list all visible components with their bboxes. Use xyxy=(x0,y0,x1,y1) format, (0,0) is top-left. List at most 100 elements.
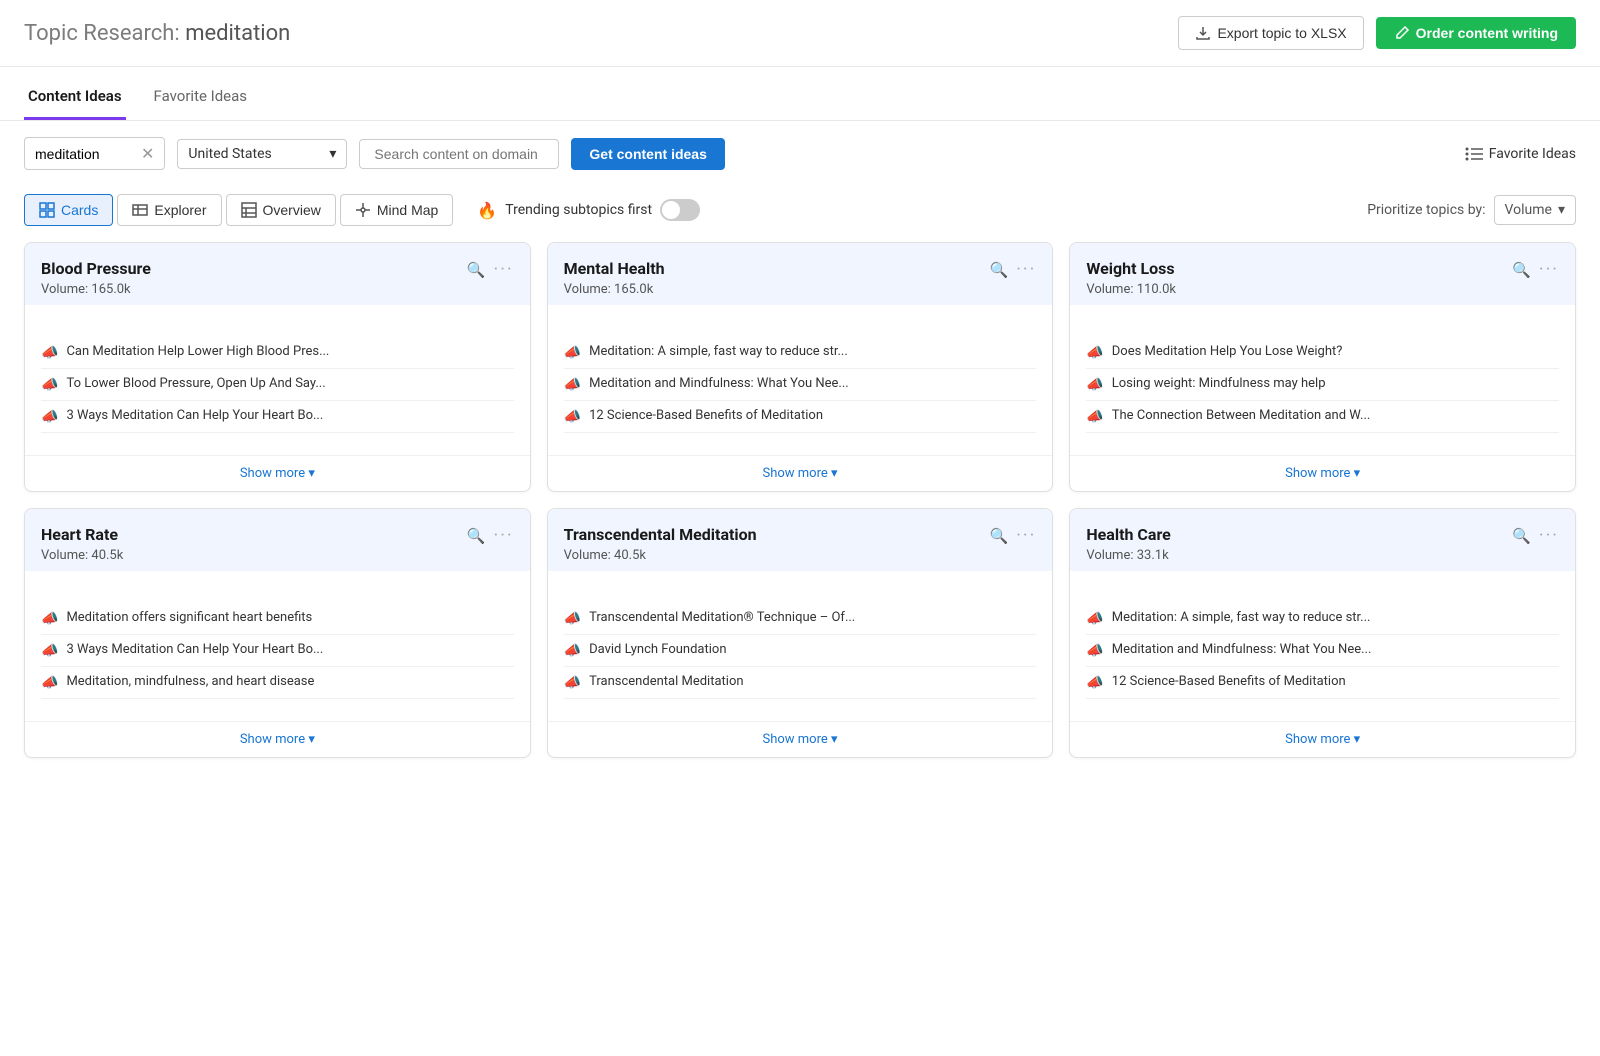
megaphone-icon: 📣 xyxy=(1086,643,1103,659)
megaphone-icon: 📣 xyxy=(1086,611,1103,627)
priority-select[interactable]: Volume ▾ xyxy=(1494,195,1576,225)
mindmap-icon xyxy=(355,202,371,218)
card-search-icon[interactable]: 🔍 xyxy=(467,261,486,279)
show-more-link[interactable]: Show more ▾ xyxy=(25,721,530,757)
trending-toggle[interactable] xyxy=(660,199,700,221)
show-more-link[interactable]: Show more ▾ xyxy=(548,455,1053,491)
card-mental-health: Mental Health Volume: 165.0k 🔍 ··· 📣 Med… xyxy=(547,242,1054,492)
card-item[interactable]: 📣 Meditation: A simple, fast way to redu… xyxy=(1086,603,1559,635)
card-item-text: 3 Ways Meditation Can Help Your Heart Bo… xyxy=(66,642,323,657)
card-item[interactable]: 📣 Does Meditation Help You Lose Weight? xyxy=(1086,337,1559,369)
show-more-link[interactable]: Show more ▾ xyxy=(548,721,1053,757)
trending-section: 🔥 Trending subtopics first xyxy=(477,199,700,221)
megaphone-icon: 📣 xyxy=(564,611,581,627)
tab-content-ideas[interactable]: Content Ideas xyxy=(24,75,126,120)
megaphone-icon: 📣 xyxy=(41,409,58,425)
card-item[interactable]: 📣 3 Ways Meditation Can Help Your Heart … xyxy=(41,635,514,667)
clear-keyword-button[interactable]: ✕ xyxy=(141,144,154,163)
card-more-icon[interactable]: ··· xyxy=(1016,259,1036,280)
header-actions: Export topic to XLSX Order content writi… xyxy=(1178,16,1576,50)
order-content-button[interactable]: Order content writing xyxy=(1376,17,1576,49)
card-title-area: Mental Health Volume: 165.0k xyxy=(564,259,665,297)
view-overview-button[interactable]: Overview xyxy=(226,194,336,226)
card-item[interactable]: 📣 Meditation: A simple, fast way to redu… xyxy=(564,337,1037,369)
card-title-area: Weight Loss Volume: 110.0k xyxy=(1086,259,1176,297)
card-more-icon[interactable]: ··· xyxy=(1539,259,1559,280)
view-cards-button[interactable]: Cards xyxy=(24,194,113,226)
card-header: Blood Pressure Volume: 165.0k 🔍 ··· xyxy=(25,243,530,305)
card-item-text: 3 Ways Meditation Can Help Your Heart Bo… xyxy=(66,408,323,423)
card-item[interactable]: 📣 3 Ways Meditation Can Help Your Heart … xyxy=(41,401,514,433)
card-search-icon[interactable]: 🔍 xyxy=(467,527,486,545)
export-button[interactable]: Export topic to XLSX xyxy=(1178,16,1363,50)
card-more-icon[interactable]: ··· xyxy=(494,525,514,546)
card-title-area: Heart Rate Volume: 40.5k xyxy=(41,525,123,563)
edit-icon xyxy=(1394,25,1410,41)
chevron-down-icon: ▾ xyxy=(329,146,336,162)
favorite-ideas-link[interactable]: Favorite Ideas xyxy=(1465,146,1576,162)
card-item-text: 12 Science-Based Benefits of Meditation xyxy=(589,408,823,423)
card-item[interactable]: 📣 Meditation offers significant heart be… xyxy=(41,603,514,635)
megaphone-icon: 📣 xyxy=(564,643,581,659)
megaphone-icon: 📣 xyxy=(564,345,581,361)
card-health-care: Health Care Volume: 33.1k 🔍 ··· 📣 Medita… xyxy=(1069,508,1576,758)
view-explorer-button[interactable]: Explorer xyxy=(117,194,221,226)
card-item-text: David Lynch Foundation xyxy=(589,642,726,657)
card-item[interactable]: 📣 Meditation and Mindfulness: What You N… xyxy=(564,369,1037,401)
card-body: 📣 Meditation offers significant heart be… xyxy=(25,571,530,721)
card-item-text: Meditation offers significant heart bene… xyxy=(66,610,312,625)
country-selector[interactable]: United States ▾ xyxy=(177,139,347,169)
card-body: 📣 Transcendental Meditation® Technique –… xyxy=(548,571,1053,721)
card-item[interactable]: 📣 Meditation and Mindfulness: What You N… xyxy=(1086,635,1559,667)
card-title: Weight Loss xyxy=(1086,259,1176,278)
card-item[interactable]: 📣 Transcendental Meditation® Technique –… xyxy=(564,603,1037,635)
card-title-area: Health Care Volume: 33.1k xyxy=(1086,525,1170,563)
card-header: Heart Rate Volume: 40.5k 🔍 ··· xyxy=(25,509,530,571)
card-item[interactable]: 📣 Losing weight: Mindfulness may help xyxy=(1086,369,1559,401)
tab-favorite-ideas[interactable]: Favorite Ideas xyxy=(150,75,252,120)
card-actions: 🔍 ··· xyxy=(990,259,1037,280)
card-title: Heart Rate xyxy=(41,525,123,544)
card-header: Transcendental Meditation Volume: 40.5k … xyxy=(548,509,1053,571)
megaphone-icon: 📣 xyxy=(564,409,581,425)
card-more-icon[interactable]: ··· xyxy=(494,259,514,280)
show-more-link[interactable]: Show more ▾ xyxy=(25,455,530,491)
card-volume: Volume: 40.5k xyxy=(564,548,757,563)
card-item[interactable]: 📣 Transcendental Meditation xyxy=(564,667,1037,699)
megaphone-icon: 📣 xyxy=(1086,409,1103,425)
card-search-icon[interactable]: 🔍 xyxy=(990,527,1009,545)
card-search-icon[interactable]: 🔍 xyxy=(990,261,1009,279)
page-header: Topic Research: meditation Export topic … xyxy=(0,0,1600,67)
card-item[interactable]: 📣 The Connection Between Meditation and … xyxy=(1086,401,1559,433)
card-item-text: Meditation: A simple, fast way to reduce… xyxy=(589,344,848,359)
card-actions: 🔍 ··· xyxy=(1512,525,1559,546)
domain-search-input[interactable] xyxy=(359,139,559,169)
card-search-icon[interactable]: 🔍 xyxy=(1512,527,1531,545)
card-item[interactable]: 📣 Can Meditation Help Lower High Blood P… xyxy=(41,337,514,369)
card-item[interactable]: 📣 12 Science-Based Benefits of Meditatio… xyxy=(1086,667,1559,699)
get-ideas-button[interactable]: Get content ideas xyxy=(571,138,724,170)
card-item[interactable]: 📣 David Lynch Foundation xyxy=(564,635,1037,667)
card-item[interactable]: 📣 Meditation, mindfulness, and heart dis… xyxy=(41,667,514,699)
card-search-icon[interactable]: 🔍 xyxy=(1512,261,1531,279)
card-title-area: Transcendental Meditation Volume: 40.5k xyxy=(564,525,757,563)
megaphone-icon: 📣 xyxy=(564,377,581,393)
view-mindmap-button[interactable]: Mind Map xyxy=(340,194,453,226)
card-more-icon[interactable]: ··· xyxy=(1016,525,1036,546)
cards-icon xyxy=(39,202,55,218)
card-blood-pressure: Blood Pressure Volume: 165.0k 🔍 ··· 📣 Ca… xyxy=(24,242,531,492)
card-item-text: Meditation, mindfulness, and heart disea… xyxy=(66,674,314,689)
megaphone-icon: 📣 xyxy=(41,377,58,393)
search-toolbar: ✕ United States ▾ Get content ideas Favo… xyxy=(0,121,1600,186)
keyword-input[interactable] xyxy=(35,146,135,162)
show-more-link[interactable]: Show more ▾ xyxy=(1070,721,1575,757)
card-more-icon[interactable]: ··· xyxy=(1539,525,1559,546)
megaphone-icon: 📣 xyxy=(564,675,581,691)
card-body: 📣 Meditation: A simple, fast way to redu… xyxy=(1070,571,1575,721)
card-title-area: Blood Pressure Volume: 165.0k xyxy=(41,259,151,297)
card-item[interactable]: 📣 To Lower Blood Pressure, Open Up And S… xyxy=(41,369,514,401)
show-more-link[interactable]: Show more ▾ xyxy=(1070,455,1575,491)
export-icon xyxy=(1195,25,1211,41)
card-item[interactable]: 📣 12 Science-Based Benefits of Meditatio… xyxy=(564,401,1037,433)
card-actions: 🔍 ··· xyxy=(467,525,514,546)
